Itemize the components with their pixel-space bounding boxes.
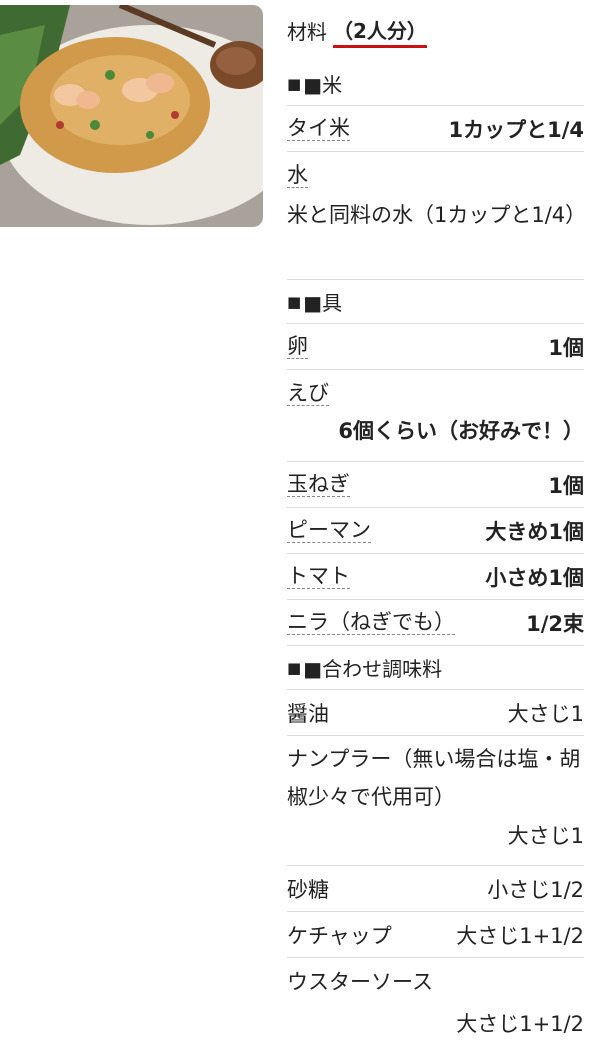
section-heading-label: ■具 xyxy=(303,291,343,315)
ingredient-row-water: 水 米と同料の水（1カップと1/4） xyxy=(287,152,587,280)
section-heading-ingredients: ■ ■具 xyxy=(287,280,584,324)
section-heading-seasoning: ■ ■合わせ調味料 xyxy=(287,646,584,690)
ingredient-row-sugar: 砂糖 小さじ1/2 xyxy=(287,866,584,912)
ingredient-name: ウスターソース xyxy=(287,970,433,994)
ingredient-row-pepper: ピーマン 大きめ1個 xyxy=(287,508,584,554)
ingredients-panel: 材料 （2人分） ■ ■米 タイ米 1カップと1/4 水 米と同料の水（1カップ… xyxy=(287,12,587,1050)
section-heading-label: ■合わせ調味料 xyxy=(303,657,443,681)
ingredient-name: ナンプラー（無い場合は塩・胡椒少々で代用可） xyxy=(287,747,581,809)
square-bullet-icon: ■ xyxy=(287,74,302,93)
ingredient-row-worcester: ウスターソース 大さじ1+1/2 xyxy=(287,958,584,1050)
ingredient-amount: 大さじ1 xyxy=(507,824,584,848)
ingredient-link-thai-rice[interactable]: タイ米 xyxy=(287,116,350,141)
ingredient-amount: 大さじ1 xyxy=(507,701,584,726)
ingredient-name: 醤油 xyxy=(287,701,329,726)
ingredient-name: ケチャップ xyxy=(287,923,392,948)
ingredient-row-tomato: トマト 小さめ1個 xyxy=(287,554,584,600)
ingredient-amount: 大きめ1個 xyxy=(485,519,584,544)
ingredient-row-fish-sauce: ナンプラー（無い場合は塩・胡椒少々で代用可） 大さじ1 xyxy=(287,736,584,866)
ingredient-amount: 小さめ1個 xyxy=(485,565,584,590)
ingredient-row-onion: 玉ねぎ 1個 xyxy=(287,462,584,508)
ingredient-amount: 大さじ1+1/2 xyxy=(456,923,584,948)
square-bullet-icon: ■ xyxy=(287,292,302,311)
ingredient-row-soy: 醤油 大さじ1 xyxy=(287,690,584,736)
section-heading-rice: ■ ■米 xyxy=(287,62,584,106)
ingredient-link-shrimp[interactable]: えび xyxy=(287,381,329,406)
title-text: 材料 xyxy=(287,20,327,44)
ingredient-amount: 1カップと1/4 xyxy=(448,117,584,142)
ingredient-amount: 米と同料の水（1カップと1/4） xyxy=(287,203,587,227)
ingredient-row-thai-rice: タイ米 1カップと1/4 xyxy=(287,106,584,152)
section-heading-label: ■米 xyxy=(303,73,343,97)
ingredient-row-chives: ニラ（ねぎでも） 1/2束 xyxy=(287,600,584,646)
ingredient-amount: 1個 xyxy=(548,335,584,360)
servings-text: （2人分） xyxy=(333,18,427,48)
ingredient-row-ketchup: ケチャップ 大さじ1+1/2 xyxy=(287,912,584,958)
ingredients-title: 材料 （2人分） xyxy=(287,12,584,62)
ingredient-link-onion[interactable]: 玉ねぎ xyxy=(287,472,350,497)
ingredient-amount: 小さじ1/2 xyxy=(487,877,584,902)
ingredient-row-egg: 卵 1個 xyxy=(287,324,584,370)
ingredient-amount: 6個くらい（お好みで！） xyxy=(338,419,584,443)
ingredient-link-egg[interactable]: 卵 xyxy=(287,334,308,359)
ingredient-amount: 1/2束 xyxy=(526,611,584,636)
dish-photo xyxy=(0,5,263,227)
ingredient-amount: 大さじ1+1/2 xyxy=(456,1012,584,1036)
ingredient-amount: 1個 xyxy=(548,473,584,498)
ingredient-link-chives[interactable]: ニラ（ねぎでも） xyxy=(287,610,455,635)
ingredient-link-water[interactable]: 水 xyxy=(287,163,308,188)
square-bullet-icon: ■ xyxy=(287,658,302,677)
ingredient-link-pepper[interactable]: ピーマン xyxy=(287,518,371,543)
ingredient-link-tomato[interactable]: トマト xyxy=(287,564,350,589)
ingredient-name: 砂糖 xyxy=(287,877,329,902)
ingredient-row-shrimp: えび 6個くらい（お好みで！） xyxy=(287,370,584,462)
